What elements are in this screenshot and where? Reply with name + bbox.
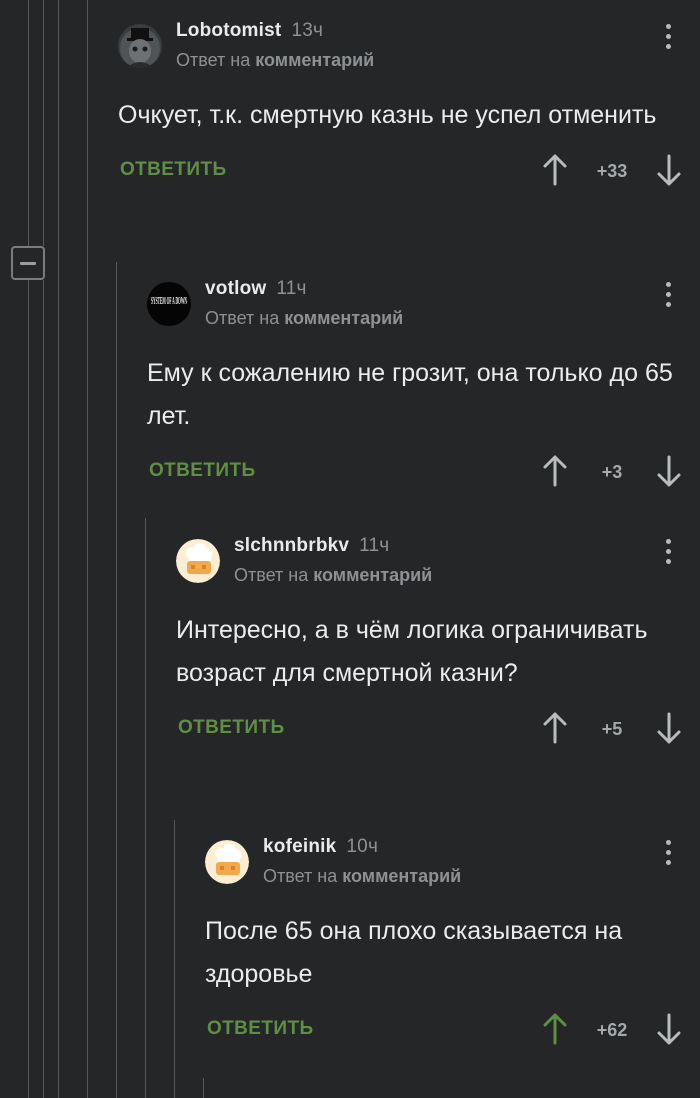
thread-line bbox=[28, 0, 29, 246]
comment-text: Очкует, т.к. смертную казнь не успел отм… bbox=[118, 101, 657, 129]
collapse-thread-button[interactable] bbox=[11, 246, 45, 280]
parent-comment-link[interactable]: комментарий bbox=[255, 50, 374, 70]
reply-button[interactable]: ОТВЕТИТЬ bbox=[207, 1018, 314, 1040]
username[interactable]: votlow 11ч bbox=[205, 278, 307, 300]
thread-line bbox=[174, 820, 175, 1098]
reply-button[interactable]: ОТВЕТИТЬ bbox=[149, 460, 256, 482]
vote-controls: +62 bbox=[542, 1010, 682, 1050]
comment-text: После 65 она плохо сказывается на здоров… bbox=[205, 917, 623, 988]
downvote-arrow-icon[interactable] bbox=[656, 1012, 682, 1046]
reply-context: Ответ на комментарий bbox=[176, 50, 375, 70]
vote-controls: +3 bbox=[542, 452, 682, 492]
system-of-a-down-logo-avatar[interactable]: SYSTEM OF A DOWN bbox=[147, 282, 191, 326]
comment-text: Интересно, а в чём логика ограничивать в… bbox=[176, 616, 648, 687]
reply-button[interactable]: ОТВЕТИТЬ bbox=[120, 159, 227, 181]
username[interactable]: kofeinik 10ч bbox=[263, 836, 378, 858]
comment-thread: Lobotomist 13ч Ответ на комментарий Очкуе… bbox=[0, 0, 700, 1098]
vote-score: +5 bbox=[601, 719, 623, 739]
upvote-arrow-icon[interactable] bbox=[542, 711, 568, 745]
thread-line bbox=[87, 0, 88, 1098]
vote-score: +33 bbox=[596, 161, 628, 181]
thread-line bbox=[58, 0, 59, 1098]
timestamp: 13ч bbox=[291, 20, 324, 41]
more-options-icon[interactable] bbox=[666, 840, 672, 870]
parent-comment-link[interactable]: комментарий bbox=[313, 565, 432, 585]
chef-hat-default-avatar[interactable] bbox=[176, 539, 220, 583]
avatar-logo-text: SYSTEM OF A DOWN bbox=[151, 295, 187, 307]
downvote-arrow-icon[interactable] bbox=[656, 454, 682, 488]
thread-line bbox=[203, 1078, 204, 1098]
downvote-arrow-icon[interactable] bbox=[656, 153, 682, 187]
comment: slchnnbrbkv 11ч Ответ на комментарий Инте… bbox=[176, 535, 700, 749]
dark-hooded-figure-avatar[interactable] bbox=[118, 24, 162, 68]
thread-line bbox=[43, 280, 44, 1098]
parent-comment-link[interactable]: комментарий bbox=[342, 866, 461, 886]
thread-line bbox=[116, 262, 117, 1098]
vote-controls: +5 bbox=[542, 709, 682, 749]
parent-comment-link[interactable]: комментарий bbox=[284, 308, 403, 328]
downvote-arrow-icon[interactable] bbox=[656, 711, 682, 745]
timestamp: 11ч bbox=[359, 535, 390, 556]
comment: kofeinik 10ч Ответ на комментарий После 6… bbox=[205, 836, 700, 1050]
more-options-icon[interactable] bbox=[666, 24, 672, 54]
thread-line bbox=[43, 0, 44, 246]
upvote-arrow-icon[interactable] bbox=[542, 153, 568, 187]
reply-context: Ответ на комментарий bbox=[263, 866, 462, 886]
more-options-icon[interactable] bbox=[666, 539, 672, 569]
vote-score: +3 bbox=[601, 462, 623, 482]
upvote-arrow-icon[interactable] bbox=[542, 1012, 568, 1046]
reply-context: Ответ на комментарий bbox=[205, 308, 404, 328]
vote-score: +62 bbox=[596, 1020, 628, 1040]
comment: Lobotomist 13ч Ответ на комментарий Очкуе… bbox=[118, 20, 700, 191]
comment-text: Ему к сожалению не грозит, она только до… bbox=[147, 359, 673, 430]
thread-line bbox=[28, 280, 29, 1098]
username[interactable]: slchnnbrbkv 11ч bbox=[234, 535, 389, 557]
more-options-icon[interactable] bbox=[666, 282, 672, 312]
vote-controls: +33 bbox=[542, 151, 682, 191]
username[interactable]: Lobotomist 13ч bbox=[176, 20, 323, 42]
thread-line bbox=[145, 518, 146, 1098]
timestamp: 11ч bbox=[276, 278, 307, 299]
comment: SYSTEM OF A DOWN votlow 11ч Ответ на комм… bbox=[147, 278, 700, 492]
reply-button[interactable]: ОТВЕТИТЬ bbox=[178, 717, 285, 739]
reply-context: Ответ на комментарий bbox=[234, 565, 433, 585]
upvote-arrow-icon[interactable] bbox=[542, 454, 568, 488]
timestamp: 10ч bbox=[346, 836, 379, 857]
chef-hat-default-avatar[interactable] bbox=[205, 840, 249, 884]
